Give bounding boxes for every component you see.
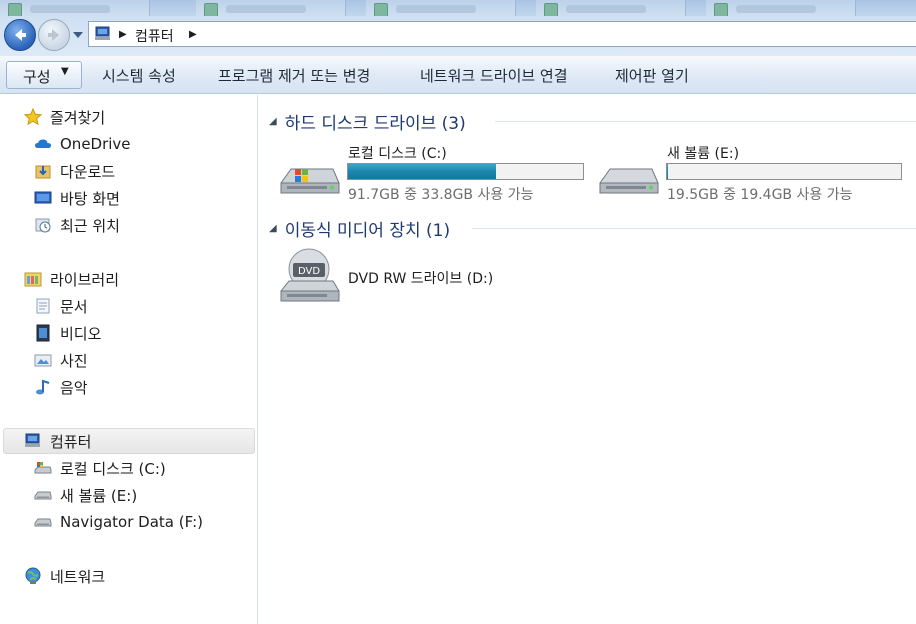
forward-button[interactable] (38, 19, 70, 51)
map-network-drive-button[interactable]: 네트워크 드라이브 연결 (420, 65, 568, 86)
nav-item-music[interactable]: 음악 (34, 375, 88, 399)
organize-button[interactable]: 구성 ▼ (6, 61, 82, 89)
network-globe-icon (25, 567, 41, 584)
dvd-drive-icon: DVD (280, 248, 340, 302)
windows-drive-icon (280, 168, 340, 194)
app-icon (204, 3, 218, 17)
nav-computer[interactable]: 컴퓨터 (24, 429, 91, 453)
music-icon (36, 379, 50, 395)
nav-item-downloads[interactable]: 다운로드 (34, 159, 115, 183)
nav-label: 새 볼륨 (E:) (60, 486, 138, 505)
hard-drive-icon (599, 168, 659, 194)
group-header-hard-disks[interactable]: ◢ 하드 디스크 드라이브 (3) (269, 109, 466, 134)
nav-libraries[interactable]: 라이브러리 (24, 267, 119, 291)
drive-space-text: 19.5GB 중 19.4GB 사용 가능 (667, 187, 853, 203)
nav-item-drive-c[interactable]: 로컬 디스크 (C:) (34, 456, 166, 480)
download-folder-icon (35, 165, 51, 179)
hard-drive-icon (34, 518, 52, 527)
nav-item-drive-e[interactable]: 새 볼륨 (E:) (34, 483, 137, 507)
nav-label: 라이브러리 (50, 270, 120, 289)
drive-usage-bar (347, 163, 584, 180)
forward-arrow-icon (48, 29, 59, 41)
drive-tile-c[interactable]: 로컬 디스크 (C:) 91.7GB 중 33.8GB 사용 가능 (279, 139, 589, 203)
nav-label: 비디오 (60, 324, 102, 343)
drive-usage-fill (667, 164, 669, 179)
nav-favorites[interactable]: 즐겨찾기 (24, 105, 105, 129)
hard-drive-icon (34, 491, 52, 500)
drive-usage-bar (666, 163, 902, 180)
nav-item-desktop[interactable]: 바탕 화면 (34, 186, 120, 210)
drive-name: DVD RW 드라이브 (D:) (348, 271, 494, 287)
address-bar[interactable]: ▶ 컴퓨터 ▶ (88, 21, 916, 47)
organize-label: 구성 (23, 68, 51, 86)
recent-places-icon (35, 218, 51, 233)
nav-item-videos[interactable]: 비디오 (34, 321, 101, 345)
nav-label: 다운로드 (60, 162, 116, 181)
drive-name: 로컬 디스크 (C:) (348, 146, 447, 162)
nav-item-onedrive[interactable]: OneDrive (34, 132, 131, 156)
breadcrumb-separator-icon[interactable]: ▶ (189, 29, 197, 40)
nav-item-recent-places[interactable]: 최근 위치 (34, 213, 120, 237)
library-icon (24, 272, 42, 287)
nav-label: OneDrive (60, 135, 131, 153)
drive-space-text: 91.7GB 중 33.8GB 사용 가능 (348, 187, 534, 203)
nav-label: 바탕 화면 (60, 189, 120, 208)
group-title: 이동식 미디어 장치 (1) (284, 220, 451, 241)
video-icon (36, 324, 50, 342)
nav-network[interactable]: 네트워크 (24, 564, 105, 588)
group-divider (495, 121, 916, 122)
documents-icon (36, 298, 50, 314)
address-bar-row: ▶ 컴퓨터 ▶ (0, 16, 916, 56)
nav-label: Navigator Data (F:) (60, 513, 203, 531)
pictures-icon (34, 354, 52, 367)
back-button[interactable] (4, 19, 36, 51)
app-icon (544, 3, 558, 17)
app-icon (714, 3, 728, 17)
open-control-panel-button[interactable]: 제어판 열기 (615, 65, 689, 86)
nav-item-documents[interactable]: 문서 (34, 294, 88, 318)
drive-tile-dvd[interactable]: DVD DVD RW 드라이브 (D:) (279, 247, 539, 309)
drive-name: 새 볼륨 (E:) (667, 146, 740, 162)
windows-drive-icon (34, 462, 52, 474)
group-divider (472, 228, 916, 229)
uninstall-program-button[interactable]: 프로그램 제거 또는 변경 (218, 65, 370, 86)
nav-label: 네트워크 (50, 567, 106, 586)
cloud-icon (35, 139, 51, 148)
group-header-removable[interactable]: ◢ 이동식 미디어 장치 (1) (269, 216, 451, 241)
caret-down-icon: ▼ (61, 66, 69, 77)
nav-label: 문서 (60, 297, 88, 316)
computer-icon (25, 433, 40, 447)
nav-label: 컴퓨터 (50, 432, 92, 451)
chevron-down-icon[interactable] (72, 30, 84, 40)
back-arrow-icon (15, 29, 26, 41)
nav-item-pictures[interactable]: 사진 (34, 348, 88, 372)
nav-label: 최근 위치 (60, 216, 120, 235)
computer-icon (95, 26, 110, 40)
collapse-triangle-icon[interactable]: ◢ (269, 223, 277, 234)
breadcrumb-computer[interactable]: 컴퓨터 (135, 26, 174, 46)
app-icon (8, 3, 22, 17)
desktop-icon (34, 191, 52, 204)
breadcrumb-separator-icon[interactable]: ▶ (119, 29, 127, 40)
nav-label: 즐겨찾기 (50, 108, 106, 127)
nav-label: 로컬 디스크 (C:) (60, 459, 166, 478)
drive-tile-e[interactable]: 새 볼륨 (E:) 19.5GB 중 19.4GB 사용 가능 (598, 139, 908, 203)
collapse-triangle-icon[interactable]: ◢ (269, 116, 277, 127)
dvd-logo-text: DVD (298, 266, 320, 277)
navigation-pane: 즐겨찾기 OneDrive 다운로드 바탕 화면 최근 위치 라이브러리 문서 … (0, 95, 258, 624)
group-title: 하드 디스크 드라이브 (3) (284, 113, 466, 134)
content-pane: ◢ 하드 디스크 드라이브 (3) 로컬 디스크 (C:) 91.7GB 중 3… (259, 95, 916, 624)
app-icon (374, 3, 388, 17)
command-bar: 구성 ▼ 시스템 속성 프로그램 제거 또는 변경 네트워크 드라이브 연결 제… (0, 56, 916, 94)
nav-label: 사진 (60, 351, 88, 370)
drive-usage-fill (348, 164, 497, 179)
star-icon (24, 108, 42, 126)
system-properties-button[interactable]: 시스템 속성 (102, 65, 176, 86)
nav-item-drive-f[interactable]: Navigator Data (F:) (34, 510, 203, 534)
nav-label: 음악 (60, 378, 88, 397)
